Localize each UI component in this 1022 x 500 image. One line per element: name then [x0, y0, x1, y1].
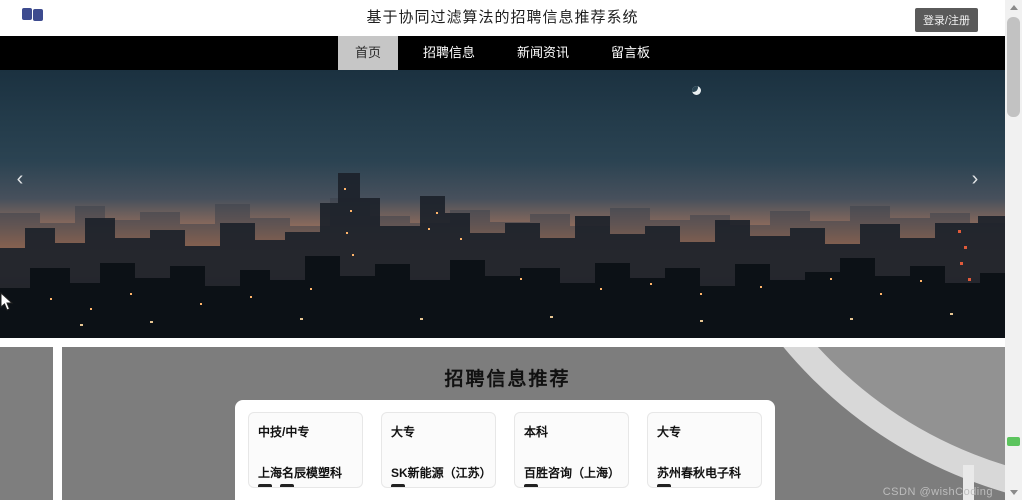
- job-education: 大专: [391, 423, 486, 440]
- scroll-down-icon[interactable]: [1005, 485, 1022, 500]
- job-cards-panel: 中技/中专 上海名辰模塑科技有限公司 大专 SK新能源（江苏）有限公司 本科 百…: [235, 400, 775, 500]
- section-divider: [0, 338, 1005, 347]
- scrollbar-marker: [1007, 437, 1020, 446]
- job-card-cutoff-content: [524, 484, 538, 488]
- page: 基于协同过滤算法的招聘信息推荐系统 登录/注册 首页 招聘信息 新闻资讯 留言板: [0, 0, 1005, 500]
- vertical-scrollbar[interactable]: [1005, 0, 1022, 500]
- left-decor-strip: [0, 347, 53, 500]
- section-title: 招聘信息推荐: [62, 364, 979, 391]
- job-education: 中技/中专: [258, 423, 353, 440]
- hero-carousel: ‹ ›: [0, 70, 1005, 338]
- job-education: 本科: [524, 423, 619, 440]
- job-card-cutoff-content: [258, 484, 294, 488]
- watermark: CSDN @wishCoding: [883, 486, 993, 498]
- main-nav: 首页 招聘信息 新闻资讯 留言板: [0, 36, 1005, 70]
- carousel-prev-icon[interactable]: ‹: [8, 168, 32, 192]
- scroll-up-icon[interactable]: [1005, 0, 1022, 15]
- moon-icon: [692, 86, 701, 95]
- city-skyline-image: [0, 168, 1005, 338]
- page-title: 基于协同过滤算法的招聘信息推荐系统: [0, 0, 1005, 36]
- login-register-button[interactable]: 登录/注册: [915, 8, 978, 32]
- nav-tab-home[interactable]: 首页: [338, 36, 398, 70]
- scrollbar-thumb[interactable]: [1007, 17, 1020, 117]
- nav-tab-news[interactable]: 新闻资讯: [500, 36, 586, 70]
- job-company: 百胜咨询（上海）有限公司: [524, 462, 619, 488]
- job-card[interactable]: 大专 苏州春秋电子科技股份有限公司: [647, 412, 762, 488]
- nav-tab-message-board[interactable]: 留言板: [594, 36, 667, 70]
- nav-tab-jobs[interactable]: 招聘信息: [406, 36, 492, 70]
- carousel-next-icon[interactable]: ›: [963, 168, 987, 192]
- job-company: 苏州春秋电子科技股份有限公司: [657, 462, 752, 488]
- job-card[interactable]: 大专 SK新能源（江苏）有限公司: [381, 412, 496, 488]
- job-card[interactable]: 中技/中专 上海名辰模塑科技有限公司: [248, 412, 363, 488]
- header: 基于协同过滤算法的招聘信息推荐系统 登录/注册: [0, 0, 1005, 36]
- recommend-panel: 招聘信息推荐 中技/中专 上海名辰模塑科技有限公司 大专 SK新能源（江苏）有限…: [62, 347, 1005, 500]
- job-card[interactable]: 本科 百胜咨询（上海）有限公司: [514, 412, 629, 488]
- mouse-cursor-icon: [0, 292, 14, 312]
- job-company: SK新能源（江苏）有限公司: [391, 462, 486, 488]
- recommend-section: 招聘信息推荐 中技/中专 上海名辰模塑科技有限公司 大专 SK新能源（江苏）有限…: [0, 347, 1005, 500]
- job-card-cutoff-content: [657, 484, 671, 488]
- job-education: 大专: [657, 423, 752, 440]
- job-card-cutoff-content: [391, 484, 405, 488]
